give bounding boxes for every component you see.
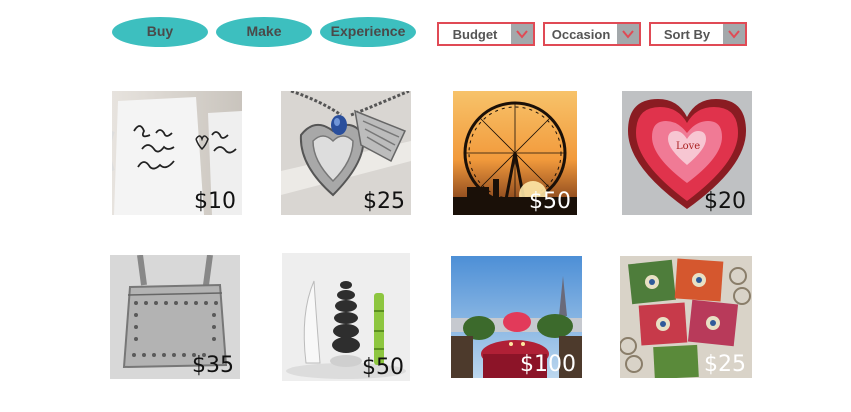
product-price: $25	[363, 189, 405, 214]
chevron-down-icon[interactable]	[511, 24, 533, 44]
make-button[interactable]: Make	[216, 17, 312, 47]
sort-by-label: Sort By	[663, 26, 711, 42]
product-price: $50	[529, 189, 571, 214]
product-card-paris-dinner[interactable]: $100	[451, 256, 582, 378]
product-card-coasters[interactable]: $25	[620, 256, 752, 378]
buy-button[interactable]: Buy	[112, 17, 208, 47]
product-price: $20	[704, 189, 746, 214]
occasion-dropdown[interactable]: Occasion	[543, 22, 641, 46]
experience-label: Experience	[330, 23, 406, 39]
experience-button[interactable]: Experience	[320, 17, 416, 47]
occasion-label: Occasion	[551, 26, 611, 42]
product-card-sculptures[interactable]: $50	[282, 253, 410, 381]
buy-label: Buy	[146, 23, 174, 39]
product-card-bag[interactable]: $35	[110, 255, 240, 379]
svg-text:Love: Love	[676, 141, 700, 152]
chevron-down-icon[interactable]	[617, 24, 639, 44]
product-price: $35	[192, 353, 234, 378]
product-card-locket[interactable]: $25	[281, 91, 411, 215]
sort-by-dropdown[interactable]: Sort By	[649, 22, 747, 46]
product-card-mugs[interactable]: $10	[112, 91, 242, 215]
product-card-rose-heart[interactable]: Love $20	[622, 91, 752, 215]
product-card-london-eye[interactable]: $50	[453, 91, 577, 215]
product-price: $10	[194, 189, 236, 214]
product-price: $100	[520, 352, 576, 377]
budget-label: Budget	[452, 26, 498, 42]
product-price: $50	[362, 355, 404, 380]
make-label: Make	[246, 23, 282, 39]
chevron-down-icon[interactable]	[723, 24, 745, 44]
budget-dropdown[interactable]: Budget	[437, 22, 535, 46]
product-price: $25	[704, 352, 746, 377]
